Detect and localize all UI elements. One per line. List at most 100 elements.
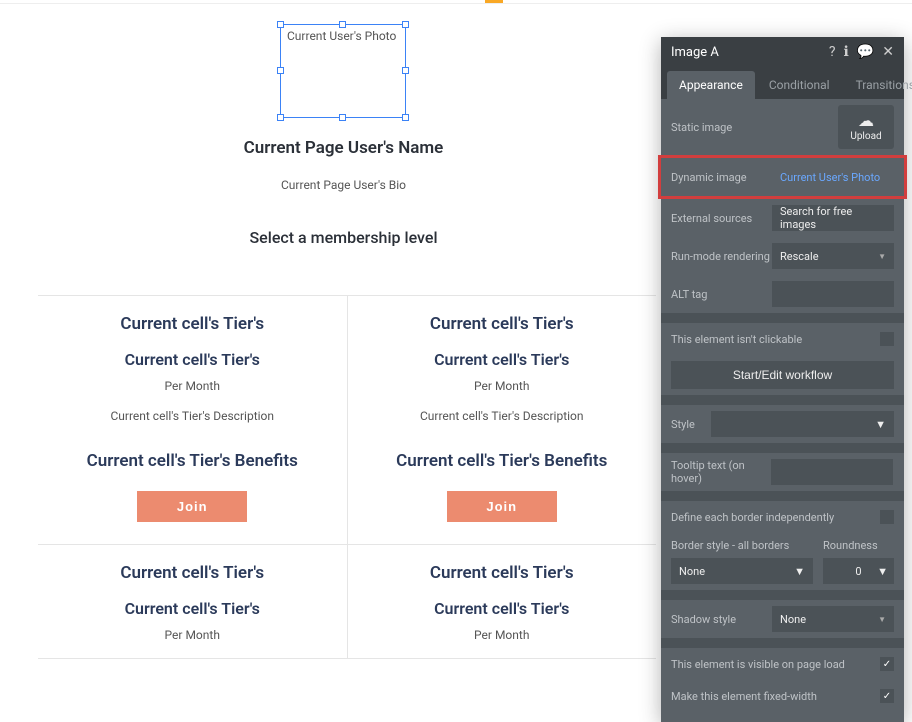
- divider: [661, 491, 904, 501]
- panel-body: Static image ☁ Upload Dynamic image Curr…: [661, 99, 904, 722]
- fixed-width-checkbox[interactable]: ✓: [880, 689, 894, 703]
- resize-handle-mr[interactable]: [402, 67, 409, 74]
- tier-period: Per Month: [48, 379, 337, 393]
- tier-name: Current cell's Tier's: [48, 314, 337, 334]
- divider: [661, 638, 904, 648]
- run-mode-select[interactable]: Rescale ▼: [772, 243, 894, 269]
- panel-header[interactable]: Image A ? ℹ 💬 ✕: [661, 37, 904, 67]
- prop-label: Static image: [671, 121, 838, 134]
- tier-description: Current cell's Tier's Description: [358, 409, 647, 423]
- prop-label: ALT tag: [671, 288, 772, 301]
- alt-tag-input[interactable]: [772, 281, 894, 307]
- element-placeholder-label: Current User's Photo: [287, 29, 396, 43]
- user-bio-text[interactable]: Current Page User's Bio: [0, 178, 687, 192]
- close-icon[interactable]: ✕: [882, 44, 894, 60]
- resize-handle-tr[interactable]: [402, 21, 409, 28]
- info-icon[interactable]: ℹ: [844, 44, 849, 60]
- tier-benefits: Current cell's Tier's Benefits: [48, 451, 337, 471]
- chevron-down-icon: ▼: [794, 565, 805, 578]
- user-name-text[interactable]: Current Page User's Name: [0, 138, 687, 158]
- prop-static-image: Static image ☁ Upload: [661, 99, 904, 155]
- prop-style: Style ▼: [661, 405, 904, 443]
- tier-period: Per Month: [358, 628, 647, 642]
- resize-handle-tm[interactable]: [339, 21, 346, 28]
- chevron-down-icon: ▼: [878, 252, 886, 261]
- prop-label: This element isn't clickable: [671, 333, 880, 346]
- comment-icon[interactable]: 💬: [857, 44, 874, 60]
- resize-handle-tl[interactable]: [277, 21, 284, 28]
- tier-name: Current cell's Tier's: [358, 314, 647, 334]
- panel-tabs: Appearance Conditional Transitions: [661, 67, 904, 99]
- border-independent-checkbox[interactable]: [880, 510, 894, 524]
- style-select[interactable]: ▼: [711, 411, 894, 437]
- prop-alt-tag: ALT tag: [661, 275, 904, 313]
- prop-dynamic-image: Dynamic image Current User's Photo: [658, 155, 907, 199]
- divider: [661, 395, 904, 405]
- section-heading[interactable]: Select a membership level: [0, 228, 687, 247]
- resize-handle-bm[interactable]: [339, 114, 346, 121]
- prop-label: Roundness: [823, 539, 894, 552]
- tab-transitions[interactable]: Transitions: [844, 71, 912, 99]
- prop-label: Style: [671, 418, 711, 431]
- selected-image-element[interactable]: Current User's Photo: [280, 24, 406, 118]
- tier-name: Current cell's Tier's: [358, 563, 647, 583]
- roundness-input[interactable]: 0 ▼: [823, 558, 894, 584]
- upload-button[interactable]: ☁ Upload: [838, 105, 894, 149]
- grid-cell[interactable]: Current cell's Tier's Current cell's Tie…: [347, 296, 657, 544]
- prop-border-row: Border style - all borders None ▼ Roundn…: [661, 533, 904, 590]
- tier-price: Current cell's Tier's: [358, 350, 647, 369]
- inspector-panel[interactable]: Image A ? ℹ 💬 ✕ Appearance Conditional T…: [661, 37, 904, 722]
- divider: [661, 443, 904, 453]
- prop-shadow: Shadow style None ▼: [661, 600, 904, 638]
- tier-name: Current cell's Tier's: [48, 563, 337, 583]
- top-ruler: [0, 0, 912, 4]
- tier-description: Current cell's Tier's Description: [48, 409, 337, 423]
- prop-clickable: This element isn't clickable: [661, 323, 904, 355]
- prop-workflow: Start/Edit workflow: [661, 355, 904, 395]
- clickable-checkbox[interactable]: [880, 332, 894, 346]
- grid-row: Current cell's Tier's Current cell's Tie…: [38, 545, 656, 659]
- start-workflow-button[interactable]: Start/Edit workflow: [671, 361, 894, 389]
- shadow-style-select[interactable]: None ▼: [772, 606, 894, 632]
- chevron-down-icon: ▼: [878, 615, 886, 624]
- prop-label: Define each border independently: [671, 511, 880, 524]
- prop-label: External sources: [671, 212, 772, 225]
- prop-external-sources: External sources Search for free images: [661, 199, 904, 237]
- tier-price: Current cell's Tier's: [358, 599, 647, 618]
- prop-label: Run-mode rendering: [671, 250, 772, 263]
- dynamic-image-value[interactable]: Current User's Photo: [772, 164, 894, 190]
- prop-label: Border style - all borders: [671, 539, 813, 552]
- tier-price: Current cell's Tier's: [48, 350, 337, 369]
- tier-period: Per Month: [48, 628, 337, 642]
- cloud-upload-icon: ☁: [858, 113, 874, 129]
- prop-label: Tooltip text (on hover): [671, 459, 771, 485]
- tooltip-input[interactable]: [771, 459, 893, 485]
- join-button[interactable]: Join: [137, 491, 247, 522]
- prop-border-independent: Define each border independently: [661, 501, 904, 533]
- grid-cell[interactable]: Current cell's Tier's Current cell's Tie…: [347, 545, 657, 658]
- divider: [661, 590, 904, 600]
- membership-grid[interactable]: Current cell's Tier's Current cell's Tie…: [38, 295, 656, 659]
- external-sources-button[interactable]: Search for free images: [772, 205, 894, 231]
- border-style-select[interactable]: None ▼: [671, 558, 813, 584]
- resize-handle-br[interactable]: [402, 114, 409, 121]
- roundness-value: 0: [855, 565, 861, 578]
- chevron-down-icon: ▼: [877, 565, 888, 578]
- shadow-style-value: None: [780, 613, 806, 626]
- prop-run-mode: Run-mode rendering Rescale ▼: [661, 237, 904, 275]
- join-button[interactable]: Join: [447, 491, 557, 522]
- resize-handle-bl[interactable]: [277, 114, 284, 121]
- grid-cell[interactable]: Current cell's Tier's Current cell's Tie…: [38, 296, 347, 544]
- prop-label: Shadow style: [671, 613, 772, 626]
- tier-period: Per Month: [358, 379, 647, 393]
- tab-conditional[interactable]: Conditional: [757, 71, 842, 99]
- tab-appearance[interactable]: Appearance: [667, 71, 755, 99]
- prop-fixed-width: Make this element fixed-width ✓: [661, 680, 904, 712]
- upload-label: Upload: [850, 131, 881, 142]
- help-icon[interactable]: ?: [829, 44, 836, 60]
- grid-cell[interactable]: Current cell's Tier's Current cell's Tie…: [38, 545, 347, 658]
- panel-title: Image A: [671, 45, 821, 60]
- resize-handle-ml[interactable]: [277, 67, 284, 74]
- divider: [661, 313, 904, 323]
- border-style-value: None: [679, 565, 705, 578]
